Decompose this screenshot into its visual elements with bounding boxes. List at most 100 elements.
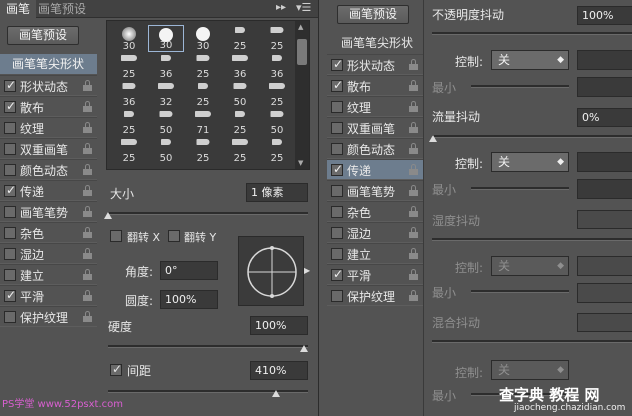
brush-option-item-9[interactable]: 建立 — [0, 264, 97, 285]
collapse-panel-icon[interactable]: ▸▸ — [276, 2, 286, 13]
angle-roundness-preview[interactable] — [238, 236, 304, 306]
brush-option-checkbox[interactable] — [4, 269, 16, 281]
brush-tip-shape-item[interactable]: 画笔笔尖形状 — [0, 54, 97, 74]
lock-icon[interactable] — [409, 143, 418, 154]
lock-icon[interactable] — [83, 311, 92, 322]
angle-input[interactable]: 0° — [160, 261, 218, 280]
size-input[interactable]: 1 像素 — [246, 183, 308, 202]
lock-icon[interactable] — [409, 248, 418, 259]
brush-option-item-5[interactable]: ✓ 传递 — [0, 180, 97, 201]
flow-control-select[interactable]: 关 ◆ — [491, 152, 569, 172]
brush-tip[interactable]: 32 — [148, 81, 184, 108]
wetness-jitter-slider[interactable] — [432, 238, 632, 241]
lock-icon[interactable] — [83, 269, 92, 280]
lock-icon[interactable] — [83, 101, 92, 112]
brush-option-item-11[interactable]: 保护纹理 — [0, 306, 97, 327]
flow-control-extra[interactable] — [577, 152, 632, 172]
lock-icon[interactable] — [409, 59, 418, 70]
brush-tip[interactable]: 50 — [148, 109, 184, 136]
wetness-control-select[interactable]: 关 ◆ — [491, 256, 569, 276]
lock-icon[interactable] — [409, 80, 418, 91]
brush-option-right-checkbox[interactable] — [331, 206, 343, 218]
brush-presets-button-right[interactable]: 画笔预设 — [337, 5, 409, 24]
brush-option-item-10[interactable]: ✓ 平滑 — [0, 285, 97, 306]
lock-icon[interactable] — [409, 227, 418, 238]
wetness-control-extra[interactable] — [577, 256, 632, 276]
lock-icon[interactable] — [83, 164, 92, 175]
lock-icon[interactable] — [409, 290, 418, 301]
brush-option-right-checkbox[interactable] — [331, 185, 343, 197]
brush-option-right-item-7[interactable]: 杂色 — [327, 201, 423, 222]
brush-tip[interactable]: 36 — [222, 53, 258, 80]
flow-jitter-slider[interactable] — [432, 135, 632, 138]
brush-option-right-item-10[interactable]: ✓ 平滑 — [327, 264, 423, 285]
brush-option-checkbox[interactable] — [4, 143, 16, 155]
brush-option-right-checkbox[interactable] — [331, 101, 343, 113]
brush-option-checkbox[interactable] — [4, 206, 16, 218]
mix-jitter-input[interactable] — [577, 313, 632, 332]
spacing-slider-thumb[interactable] — [272, 390, 280, 397]
brush-tip[interactable]: 71 — [185, 109, 221, 136]
brush-tip[interactable]: 50 — [222, 81, 258, 108]
flip-x-checkbox[interactable] — [110, 230, 122, 242]
brush-option-item-1[interactable]: ✓ 散布 — [0, 96, 97, 117]
brush-tip[interactable]: 36 — [111, 81, 147, 108]
brush-option-checkbox[interactable] — [4, 227, 16, 239]
brush-option-checkbox[interactable] — [4, 164, 16, 176]
opacity-control-select[interactable]: 关 ◆ — [491, 50, 569, 70]
brush-tip[interactable]: 30 — [185, 25, 221, 52]
flow-jitter-slider-thumb[interactable] — [429, 135, 437, 142]
lock-icon[interactable] — [409, 185, 418, 196]
lock-icon[interactable] — [83, 122, 92, 133]
wetness-min-slider[interactable] — [471, 290, 569, 293]
brush-option-right-item-8[interactable]: 湿边 — [327, 222, 423, 243]
lock-icon[interactable] — [83, 185, 92, 196]
mix-jitter-slider[interactable] — [432, 340, 632, 343]
brush-tip[interactable]: 25 — [111, 53, 147, 80]
brush-presets-button[interactable]: 画笔预设 — [7, 26, 79, 45]
lock-icon[interactable] — [409, 269, 418, 280]
brush-option-right-checkbox[interactable] — [331, 122, 343, 134]
lock-icon[interactable] — [409, 101, 418, 112]
opacity-jitter-slider[interactable] — [432, 32, 632, 35]
tab-brush[interactable]: 画笔 — [0, 0, 37, 18]
flip-y-checkbox[interactable] — [168, 230, 180, 242]
hardness-slider[interactable] — [108, 345, 308, 348]
hardness-input[interactable]: 100% — [250, 316, 308, 335]
flow-min-input[interactable] — [577, 179, 632, 199]
flow-min-slider[interactable] — [471, 187, 569, 190]
brush-tip[interactable]: 25 — [222, 137, 258, 164]
scroll-up-icon[interactable]: ▲ — [298, 23, 303, 31]
brush-option-right-item-1[interactable]: ✓ 散布 — [327, 75, 423, 96]
lock-icon[interactable] — [83, 143, 92, 154]
brush-tip[interactable]: 30 — [111, 25, 147, 52]
brush-tip-shape-item-right[interactable]: 画笔笔尖形状 — [319, 33, 423, 53]
brush-option-checkbox[interactable] — [4, 248, 16, 260]
opacity-jitter-input[interactable]: 100% — [577, 6, 632, 25]
opacity-min-slider[interactable] — [471, 85, 569, 88]
brush-option-right-item-6[interactable]: 画笔笔势 — [327, 180, 423, 201]
brush-option-checkbox[interactable]: ✓ — [4, 78, 16, 92]
brush-option-right-item-5[interactable]: ✓ 传递 — [327, 159, 423, 180]
brush-tip[interactable]: 50 — [148, 137, 184, 164]
brush-option-right-checkbox[interactable]: ✓ — [331, 267, 343, 281]
brush-tip[interactable]: 50 — [259, 109, 295, 136]
brush-option-item-0[interactable]: ✓ 形状动态 — [0, 75, 97, 96]
scroll-down-icon[interactable]: ▼ — [298, 159, 303, 167]
wetness-jitter-input[interactable] — [577, 210, 632, 229]
grid-scroll-thumb[interactable] — [297, 39, 307, 65]
brush-tip[interactable]: 25 — [185, 137, 221, 164]
brush-option-checkbox[interactable]: ✓ — [4, 288, 16, 302]
brush-option-item-7[interactable]: 杂色 — [0, 222, 97, 243]
panel-menu-icon[interactable]: ▾☰ — [296, 1, 311, 14]
wetness-min-input[interactable] — [577, 283, 632, 303]
brush-option-item-8[interactable]: 湿边 — [0, 243, 97, 264]
brush-option-right-checkbox[interactable]: ✓ — [331, 57, 343, 71]
lock-icon[interactable] — [409, 206, 418, 217]
lock-icon[interactable] — [83, 227, 92, 238]
brush-option-right-item-0[interactable]: ✓ 形状动态 — [327, 54, 423, 75]
tab-brush-presets[interactable]: 画笔预设 — [32, 0, 92, 18]
brush-option-checkbox[interactable]: ✓ — [4, 99, 16, 113]
brush-option-item-3[interactable]: 双重画笔 — [0, 138, 97, 159]
brush-tip[interactable]: 25 — [111, 137, 147, 164]
